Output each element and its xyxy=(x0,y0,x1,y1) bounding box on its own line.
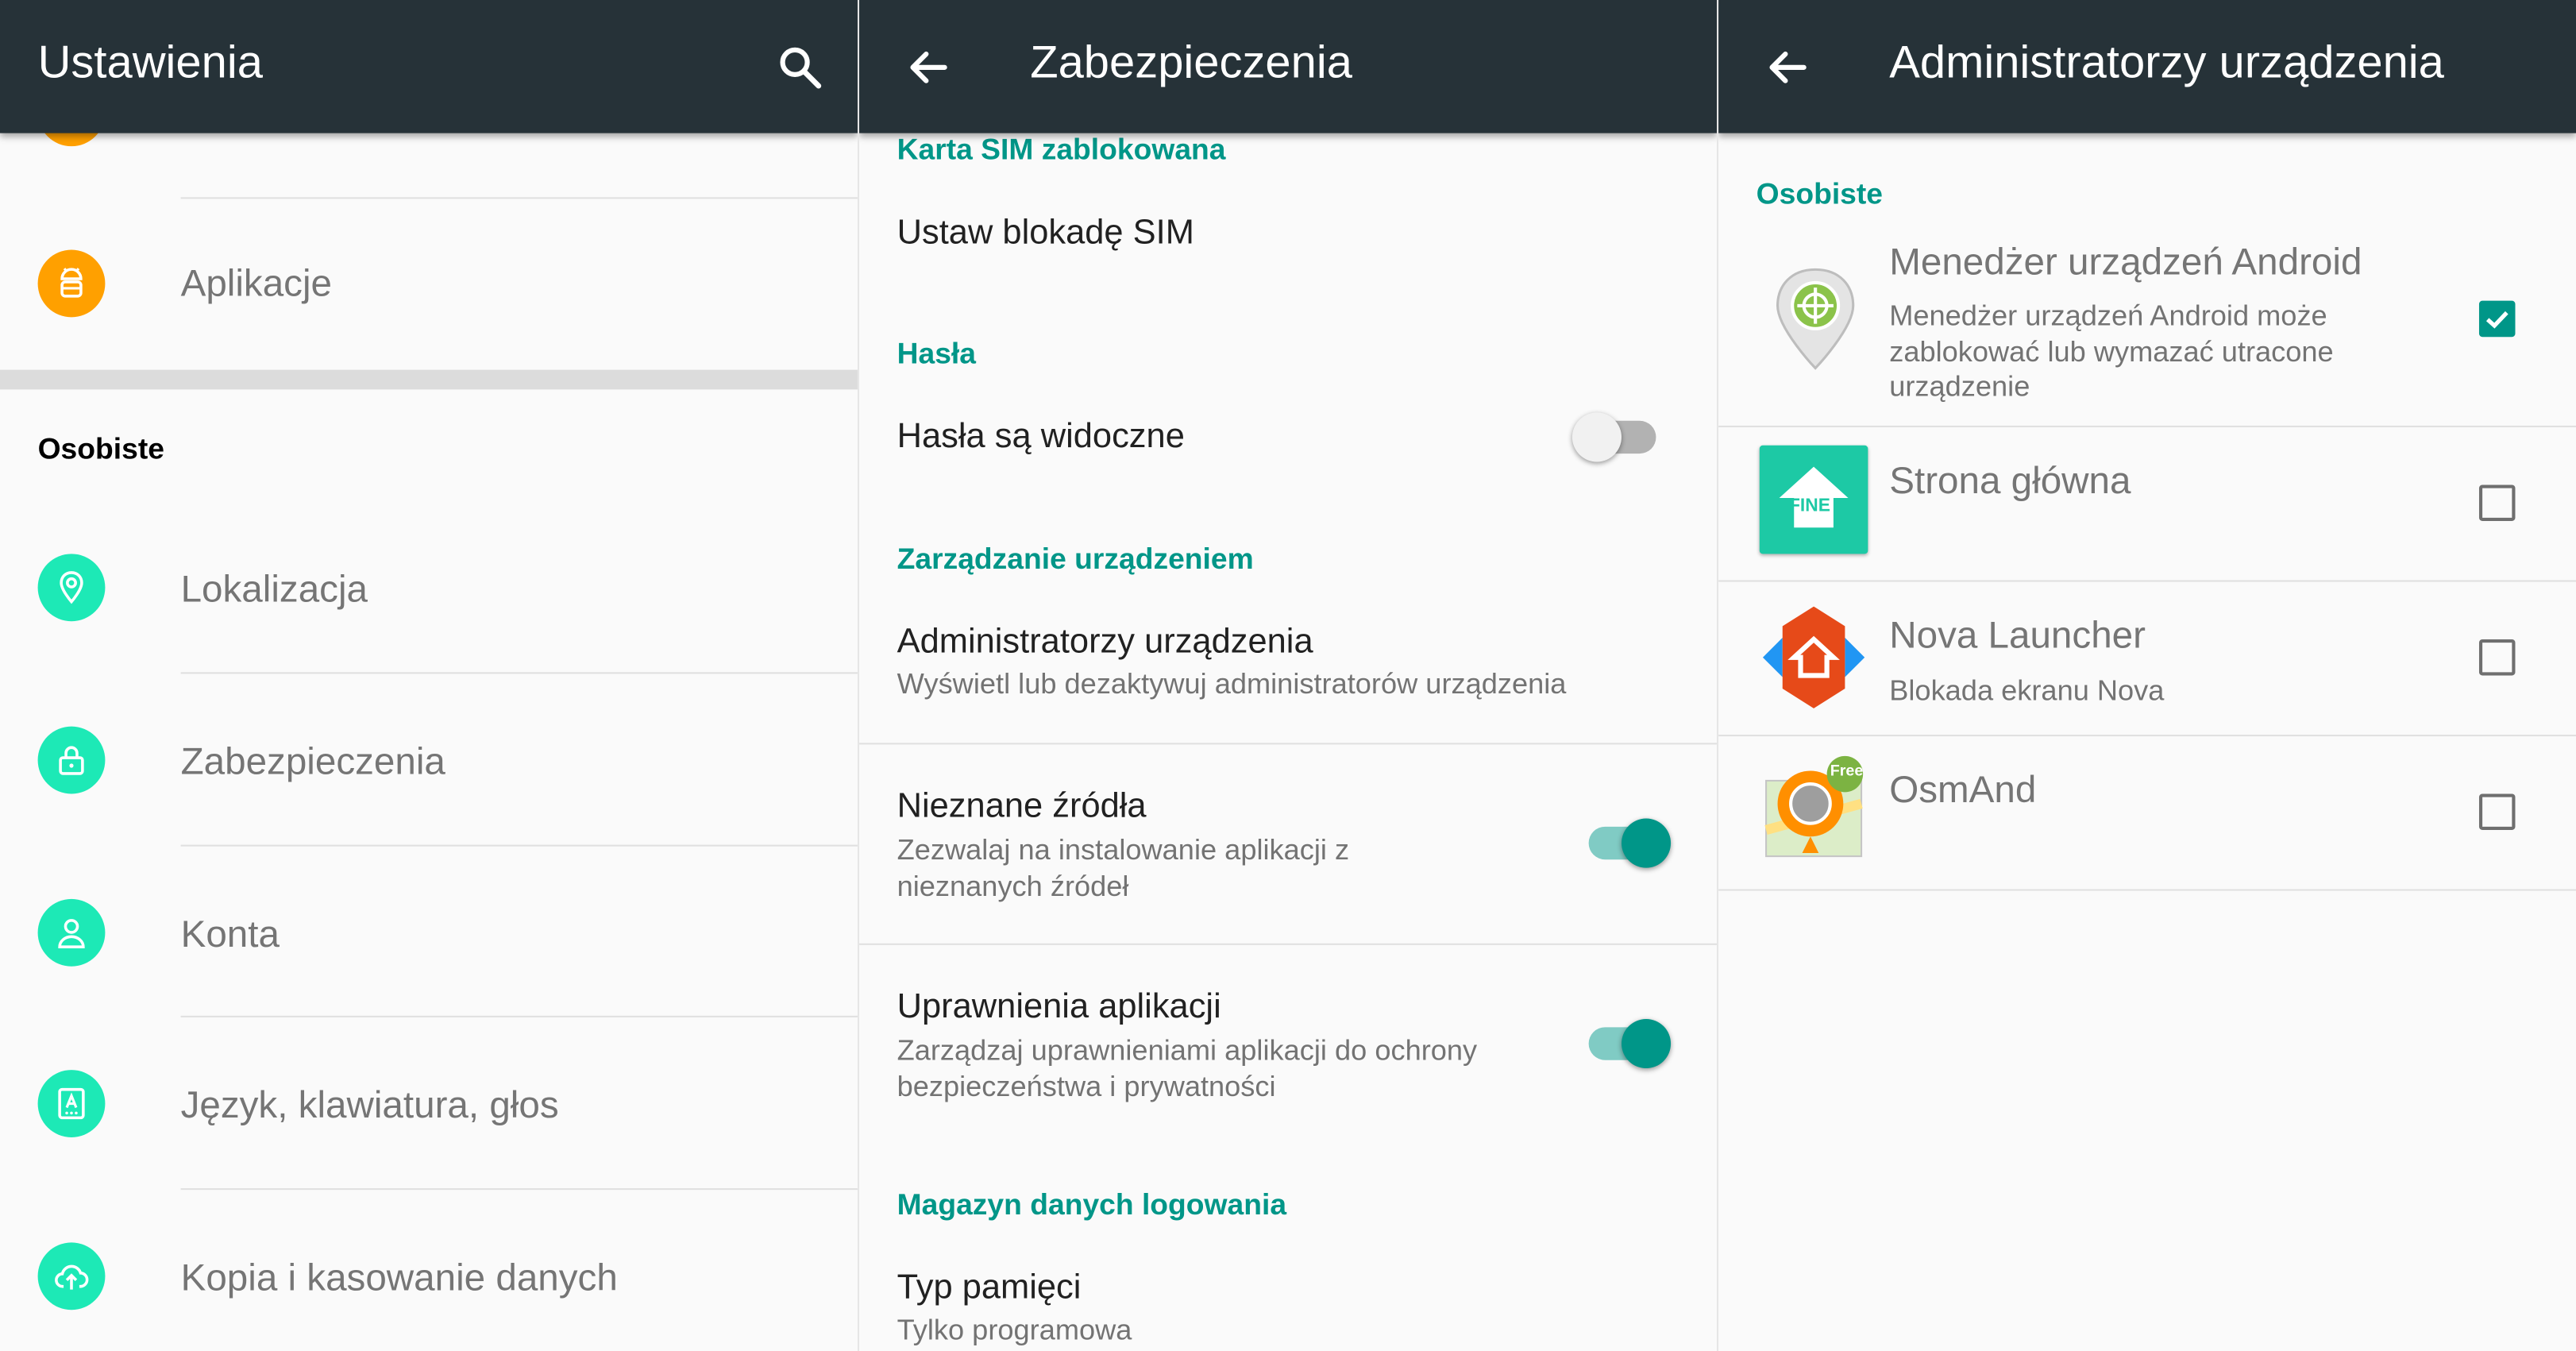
sidebar-item-security[interactable]: Zabezpieczenia xyxy=(0,674,858,844)
android-device-manager-icon xyxy=(1761,263,1870,372)
passwords-visible-row[interactable]: Hasła są widoczne xyxy=(859,378,1717,496)
unknown-sources-subtitle: Zezwalaj na instalowanie aplikacji z nie… xyxy=(897,833,1350,902)
sidebar-item-accounts[interactable]: Konta xyxy=(0,847,858,1017)
settings-panel: Ustawienia Aplikacje Osobiste Lokalizacj… xyxy=(0,0,858,1351)
admin-checkbox[interactable] xyxy=(2478,484,2516,521)
admin-row-nova-launcher[interactable]: Nova Launcher Blokada ekranu Nova xyxy=(1718,582,2576,735)
admin-row-home[interactable]: FINE Strona główna xyxy=(1718,427,2576,580)
sidebar-item-label: Lokalizacja xyxy=(180,566,368,610)
storage-type-title: Typ pamięci xyxy=(897,1268,1082,1307)
admin-checkbox[interactable] xyxy=(2478,793,2516,830)
section-header-credentials: Magazyn danych logowania xyxy=(897,1188,1287,1222)
sidebar-item-backup[interactable]: Kopia i kasowanie danych xyxy=(0,1190,858,1351)
divider xyxy=(1718,889,2576,891)
back-arrow-icon[interactable] xyxy=(1763,43,1812,92)
admin-app-description: Blokada ekranu Nova xyxy=(1889,674,2165,707)
security-title: Zabezpieczenia xyxy=(1030,36,1352,87)
sidebar-item-label: Język, klawiatura, głos xyxy=(180,1083,559,1126)
nova-launcher-icon xyxy=(1760,603,1868,712)
lock-icon xyxy=(37,726,106,794)
security-toolbar: Zabezpieczenia xyxy=(859,0,1718,133)
screenshot-stage: Ustawienia Aplikacje Osobiste Lokalizacj… xyxy=(0,0,2576,1351)
admin-app-name: Menedżer urządzeń Android xyxy=(1889,240,2362,283)
app-permissions-title: Uprawnienia aplikacji xyxy=(897,987,1221,1026)
passwords-visible-title: Hasła są widoczne xyxy=(897,417,1185,456)
osmand-free-badge: Free xyxy=(1830,762,1864,781)
sidebar-item-label: Konta xyxy=(180,912,280,955)
sidebar-item-label: Kopia i kasowanie danych xyxy=(180,1255,618,1299)
section-header-personal: Osobiste xyxy=(1756,177,1884,210)
fine-home-icon: FINE xyxy=(1759,445,1868,554)
osmand-icon: Free xyxy=(1760,755,1868,863)
settings-title: Ustawienia xyxy=(37,36,263,87)
device-admins-row[interactable]: Administratorzy urządzenia Wyświetl lub … xyxy=(859,600,1717,741)
admin-row-osmand[interactable]: Free OsmAnd xyxy=(1718,736,2576,889)
storage-type-subtitle: Tylko programowa xyxy=(897,1313,1132,1346)
admin-checkbox[interactable] xyxy=(2478,639,2516,676)
storage-type-row[interactable]: Typ pamięci Tylko programowa xyxy=(859,1246,1717,1351)
sim-lock-row[interactable]: Ustaw blokadę SIM xyxy=(859,177,1717,292)
android-icon xyxy=(37,249,106,318)
unknown-sources-title: Nieznane źródła xyxy=(897,787,1147,825)
section-separator xyxy=(0,369,858,390)
sidebar-item-label: Zabezpieczenia xyxy=(180,739,445,782)
settings-toolbar: Ustawienia xyxy=(0,0,858,133)
switch-thumb xyxy=(1622,1018,1672,1069)
admins-title: Administratorzy urządzenia xyxy=(1889,36,2444,87)
person-icon xyxy=(37,898,106,967)
admin-checkbox[interactable] xyxy=(2478,300,2516,338)
section-header-personal: Osobiste xyxy=(37,432,164,465)
security-panel: Zabezpieczenia Karta SIM zablokowana Ust… xyxy=(859,0,1718,1351)
sidebar-item-location[interactable]: Lokalizacja xyxy=(0,501,858,672)
app-permissions-subtitle: Zarządzaj uprawnieniami aplikacji do och… xyxy=(897,1033,1478,1102)
section-header-sim: Karta SIM zablokowana xyxy=(897,133,1226,166)
keyboard-icon xyxy=(37,1070,106,1137)
sidebar-item-apps[interactable]: Aplikacje xyxy=(0,199,858,369)
app-permissions-row[interactable]: Uprawnienia aplikacji Zarządzaj uprawnie… xyxy=(859,945,1717,1142)
admin-app-name: OsmAnd xyxy=(1889,767,2037,811)
fine-icon-text: FINE xyxy=(1789,496,1830,516)
cloud-upload-icon xyxy=(37,1242,106,1310)
sidebar-item-language[interactable]: Język, klawiatura, głos xyxy=(0,1017,858,1188)
sim-lock-title: Ustaw blokadę SIM xyxy=(897,214,1194,252)
switch-thumb xyxy=(1571,412,1622,462)
admin-app-name: Nova Launcher xyxy=(1889,612,2146,656)
sidebar-item-label: Aplikacje xyxy=(180,261,333,304)
admin-app-name: Strona główna xyxy=(1889,458,2131,502)
device-admins-title: Administratorzy urządzenia xyxy=(897,623,1313,661)
search-icon[interactable] xyxy=(776,43,825,92)
unknown-sources-row[interactable]: Nieznane źródła Zezwalaj na instalowanie… xyxy=(859,744,1717,941)
admin-row-android-device-manager[interactable]: Menedżer urządzeń Android Menedżer urząd… xyxy=(1718,227,2576,426)
device-admins-panel: Administratorzy urządzenia Osobiste Mene… xyxy=(1718,0,2576,1351)
back-arrow-icon[interactable] xyxy=(904,43,953,92)
section-header-passwords: Hasła xyxy=(897,337,977,370)
section-header-device-management: Zarządzanie urządzeniem xyxy=(897,542,1254,576)
switch-thumb xyxy=(1622,818,1672,868)
device-admins-subtitle: Wyświetl lub dezaktywuj administratorów … xyxy=(897,667,1567,701)
location-pin-icon xyxy=(37,554,106,622)
admins-toolbar: Administratorzy urządzenia xyxy=(1718,0,2576,133)
admin-app-description: Menedżer urządzeń Android może zablokowa… xyxy=(1889,299,2334,403)
